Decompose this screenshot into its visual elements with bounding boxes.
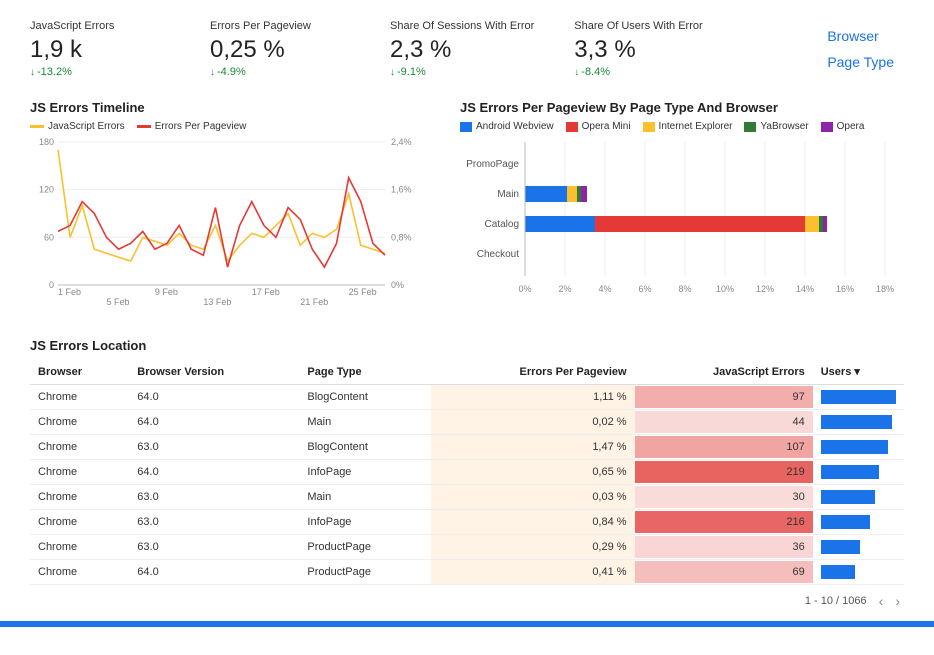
timeline-legend-0: JavaScript Errors (48, 121, 125, 132)
svg-text:0%: 0% (518, 284, 531, 294)
svg-text:Checkout: Checkout (477, 249, 519, 260)
timeline-title: JS Errors Timeline (30, 100, 430, 115)
col-users[interactable]: Users ▾ (813, 359, 904, 385)
svg-text:5 Feb: 5 Feb (106, 297, 129, 307)
pt-legend-0: Android Webview (476, 121, 554, 132)
pager-next[interactable]: › (895, 593, 900, 609)
kpi-0-delta: ↓-13.2% (30, 66, 170, 78)
svg-text:12%: 12% (756, 284, 774, 294)
svg-text:10%: 10% (716, 284, 734, 294)
pt-legend-3: YaBrowser (760, 121, 808, 132)
svg-text:8%: 8% (678, 284, 691, 294)
table-row[interactable]: Chrome64.0BlogContent1,11 %97 (30, 385, 904, 410)
svg-text:4%: 4% (598, 284, 611, 294)
svg-text:Catalog: Catalog (485, 219, 519, 230)
kpi-0-label: JavaScript Errors (30, 20, 170, 32)
table-row[interactable]: Chrome63.0Main0,03 %30 (30, 485, 904, 510)
table-row[interactable]: Chrome63.0InfoPage0,84 %216 (30, 510, 904, 535)
svg-text:120: 120 (39, 185, 54, 195)
kpi-3-value: 3,3 % (574, 36, 714, 64)
kpi-1-delta: ↓-4.9% (210, 66, 350, 78)
svg-text:180: 180 (39, 137, 54, 147)
kpi-2-delta: ↓-9.1% (390, 66, 534, 78)
svg-text:25 Feb: 25 Feb (349, 287, 377, 297)
svg-text:21 Feb: 21 Feb (300, 297, 328, 307)
filter-page-type[interactable]: Page Type (827, 54, 894, 70)
col-errors-per-pageview[interactable]: Errors Per Pageview (431, 359, 634, 385)
svg-text:PromoPage: PromoPage (466, 159, 519, 170)
svg-text:17 Feb: 17 Feb (252, 287, 280, 297)
svg-text:0,8%: 0,8% (391, 232, 412, 242)
kpi-0-value: 1,9 k (30, 36, 170, 64)
svg-text:1 Feb: 1 Feb (58, 287, 81, 297)
svg-text:1,6%: 1,6% (391, 185, 412, 195)
col-browser-version[interactable]: Browser Version (129, 359, 299, 385)
kpi-3-label: Share Of Users With Error (574, 20, 714, 32)
kpi-3-delta: ↓-8.4% (574, 66, 714, 78)
col-browser[interactable]: Browser (30, 359, 129, 385)
pagetype-title: JS Errors Per Pageview By Page Type And … (460, 100, 904, 115)
table-row[interactable]: Chrome63.0ProductPage0,29 %36 (30, 535, 904, 560)
pager-prev[interactable]: ‹ (879, 593, 884, 609)
col-javascript-errors[interactable]: JavaScript Errors (635, 359, 813, 385)
location-title: JS Errors Location (30, 338, 904, 353)
kpi-2-label: Share Of Sessions With Error (390, 20, 534, 32)
svg-text:0%: 0% (391, 280, 404, 290)
svg-text:0: 0 (49, 280, 54, 290)
pager-text: 1 - 10 / 1066 (805, 595, 867, 607)
pt-legend-1: Opera Mini (582, 121, 631, 132)
pagetype-chart: 0%2%4%6%8%10%12%14%16%18%PromoPageMainCa… (460, 138, 890, 298)
table-row[interactable]: Chrome63.0BlogContent1,47 %107 (30, 435, 904, 460)
svg-text:18%: 18% (876, 284, 894, 294)
pt-legend-2: Internet Explorer (659, 121, 733, 132)
svg-text:9 Feb: 9 Feb (155, 287, 178, 297)
svg-text:2,4%: 2,4% (391, 137, 412, 147)
svg-text:14%: 14% (796, 284, 814, 294)
timeline-legend-1: Errors Per Pageview (155, 121, 247, 132)
svg-text:Main: Main (497, 189, 519, 200)
footer-bar (0, 621, 934, 627)
table-row[interactable]: Chrome64.0InfoPage0,65 %219 (30, 460, 904, 485)
table-row[interactable]: Chrome64.0Main0,02 %44 (30, 410, 904, 435)
svg-text:60: 60 (44, 232, 54, 242)
svg-text:2%: 2% (558, 284, 571, 294)
kpi-1-value: 0,25 % (210, 36, 350, 64)
kpi-1-label: Errors Per Pageview (210, 20, 350, 32)
svg-text:13 Feb: 13 Feb (203, 297, 231, 307)
timeline-chart: 0 60 120 180 0% 0,8% 1,6% 2,4% 1 Feb 5 Feb 9 Feb 13… (30, 138, 420, 313)
pt-legend-4: Opera (837, 121, 865, 132)
filter-browser[interactable]: Browser (827, 28, 894, 44)
svg-text:16%: 16% (836, 284, 854, 294)
svg-text:6%: 6% (638, 284, 651, 294)
kpi-2-value: 2,3 % (390, 36, 534, 64)
table-row[interactable]: Chrome64.0ProductPage0,41 %69 (30, 560, 904, 585)
col-page-type[interactable]: Page Type (299, 359, 431, 385)
